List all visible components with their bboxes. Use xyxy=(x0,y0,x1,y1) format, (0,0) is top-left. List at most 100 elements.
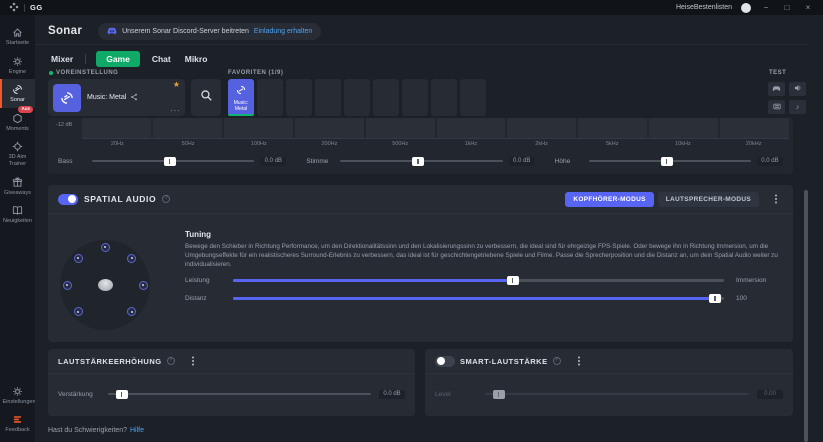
favorite-slot-empty[interactable] xyxy=(344,79,370,116)
favorite-star-icon[interactable]: ★ xyxy=(173,81,180,89)
spatial-menu-button[interactable] xyxy=(769,191,783,207)
hoehe-slider[interactable] xyxy=(589,160,751,163)
tab-chat[interactable]: Chat xyxy=(150,51,173,67)
eq-band-column xyxy=(649,118,718,138)
headphone-mode-button[interactable]: KOPFHÖRER-MODUS xyxy=(565,192,653,207)
smart-volume-toggle[interactable] xyxy=(435,356,455,367)
hoehe-slider-handle[interactable] xyxy=(661,157,673,166)
eq-band-column xyxy=(366,118,435,138)
performance-slider-handle[interactable] xyxy=(507,276,519,285)
test-mic-audio-button[interactable] xyxy=(768,100,785,114)
bass-slider[interactable] xyxy=(92,160,254,163)
stimme-slider[interactable] xyxy=(340,160,502,163)
username[interactable]: HeiseBestenlisten xyxy=(676,4,732,11)
speaker-node-rear-left[interactable] xyxy=(74,307,83,316)
smart-volume-title: SMART-LAUTSTÄRKE xyxy=(460,357,548,366)
sidebar-item-moments[interactable]: Aus Moments xyxy=(0,108,35,137)
maximize-button[interactable]: □ xyxy=(781,0,793,15)
preset-more-button[interactable]: ··· xyxy=(170,107,181,115)
help-icon[interactable]: ? xyxy=(167,357,175,365)
music-note-icon: ♪ xyxy=(796,104,800,111)
volume-boost-menu-button[interactable] xyxy=(186,353,200,369)
favorite-slot-empty[interactable] xyxy=(431,79,457,116)
spatial-speaker-map[interactable] xyxy=(60,240,150,330)
bass-slider-handle[interactable] xyxy=(164,157,176,166)
sidebar-item-einstellungen[interactable]: Einstellungen xyxy=(0,381,35,410)
stimme-slider-handle[interactable] xyxy=(412,157,424,166)
speaker-node-rear-right[interactable] xyxy=(127,307,136,316)
close-button[interactable]: × xyxy=(802,0,814,15)
speaker-node-left[interactable] xyxy=(63,281,72,290)
freq-label: 100Hz xyxy=(223,141,294,150)
test-music-button[interactable]: ♪ xyxy=(789,100,806,114)
preset-card[interactable]: Music: Metal ★ ··· xyxy=(48,79,185,116)
tab-game[interactable]: Game xyxy=(96,51,140,67)
favorite-slot-active[interactable]: Music: Metal xyxy=(228,79,254,116)
sidebar-item-engine[interactable]: Engine xyxy=(0,51,35,80)
test-game-audio-button[interactable] xyxy=(768,82,785,96)
eq-band-column xyxy=(153,118,222,138)
avatar[interactable] xyxy=(741,3,751,13)
distance-slider-handle[interactable] xyxy=(709,294,721,303)
volume-boost-card: LAUTSTÄRKEERHÖHUNG ? Verstärkung 0.0 dB xyxy=(48,349,415,416)
search-icon xyxy=(200,89,213,107)
sidebar-item-giveaways[interactable]: Giveaways xyxy=(0,172,35,201)
vertical-scrollbar[interactable] xyxy=(804,190,808,442)
share-icon[interactable] xyxy=(130,93,138,103)
favorite-slot-empty[interactable] xyxy=(460,79,486,116)
performance-immersion-slider[interactable] xyxy=(233,279,724,282)
preset-active-dot xyxy=(49,71,53,75)
home-icon xyxy=(12,27,23,38)
eq-axis-label: -12 dB xyxy=(56,122,72,128)
gain-slider-handle[interactable] xyxy=(116,390,128,399)
speaker-node-front-right[interactable] xyxy=(127,254,136,263)
sidebar-item-3d-aim-trainer[interactable]: 3D Aim Trainer xyxy=(0,136,35,171)
minimize-button[interactable]: − xyxy=(760,0,772,15)
preset-search-button[interactable] xyxy=(191,79,221,116)
speaker-node-right[interactable] xyxy=(139,281,148,290)
tuning-description: Bewege den Schieber in Richtung Performa… xyxy=(185,242,780,269)
smart-volume-menu-button[interactable] xyxy=(572,353,586,369)
bass-value: 0.0 dB xyxy=(260,157,286,166)
freq-label: 500Hz xyxy=(365,141,436,150)
sidebar-item-sonar[interactable]: Sonar xyxy=(0,79,35,108)
sidebar-item-startseite[interactable]: Startseite xyxy=(0,22,35,51)
hoehe-label: Höhe xyxy=(555,158,583,165)
freq-label: 10kHz xyxy=(648,141,719,150)
sidebar-item-feedback[interactable]: Feedback xyxy=(0,409,35,442)
speaker-node-front[interactable] xyxy=(101,243,110,252)
tab-mixer[interactable]: Mixer xyxy=(49,51,75,67)
speaker-node-front-left[interactable] xyxy=(74,254,83,263)
distance-value: 100 xyxy=(732,295,780,302)
immersion-label: Immersion xyxy=(732,277,780,284)
level-slider[interactable] xyxy=(485,393,749,396)
footer-help-bar: Hast du Schwierigkeiten? Hilfe xyxy=(48,427,144,434)
tab-mikro[interactable]: Mikro xyxy=(183,51,210,67)
discord-invite-link[interactable]: Einladung erhalten xyxy=(254,28,312,35)
gain-slider[interactable] xyxy=(108,393,371,396)
favorite-slot-empty[interactable] xyxy=(315,79,341,116)
discord-banner[interactable]: Unserem Sonar Discord-Server beitreten E… xyxy=(98,23,321,40)
speaker-mode-button[interactable]: LAUTSPRECHER-MODUS xyxy=(658,192,759,207)
slider-fill xyxy=(233,279,513,282)
eq-graph[interactable] xyxy=(82,118,789,139)
help-icon[interactable]: ? xyxy=(162,195,170,203)
favorite-slot-empty[interactable] xyxy=(286,79,312,116)
help-link[interactable]: Hilfe xyxy=(130,427,144,434)
test-chat-audio-button[interactable] xyxy=(789,82,806,96)
smart-volume-card: SMART-LAUTSTÄRKE ? Level 0.00 xyxy=(425,349,793,416)
distance-slider[interactable] xyxy=(233,297,724,300)
favorite-slot-name: Music: Metal xyxy=(228,101,254,113)
stimme-value: 0.0 dB xyxy=(509,157,535,166)
level-slider-handle[interactable] xyxy=(493,390,505,399)
favorite-slot-empty[interactable] xyxy=(402,79,428,116)
spatial-audio-toggle[interactable] xyxy=(58,194,78,205)
sidebar-item-neuigkeiten[interactable]: Neuigkeiten xyxy=(0,200,35,229)
favorite-slot-empty[interactable] xyxy=(373,79,399,116)
favorite-slot-empty[interactable] xyxy=(257,79,283,116)
favorite-sonar-icon xyxy=(236,82,246,100)
help-icon[interactable]: ? xyxy=(553,357,561,365)
gift-icon xyxy=(12,177,23,188)
volume-boost-title: LAUTSTÄRKEERHÖHUNG xyxy=(58,357,162,366)
spatial-audio-title: SPATIAL AUDIO xyxy=(84,194,156,204)
